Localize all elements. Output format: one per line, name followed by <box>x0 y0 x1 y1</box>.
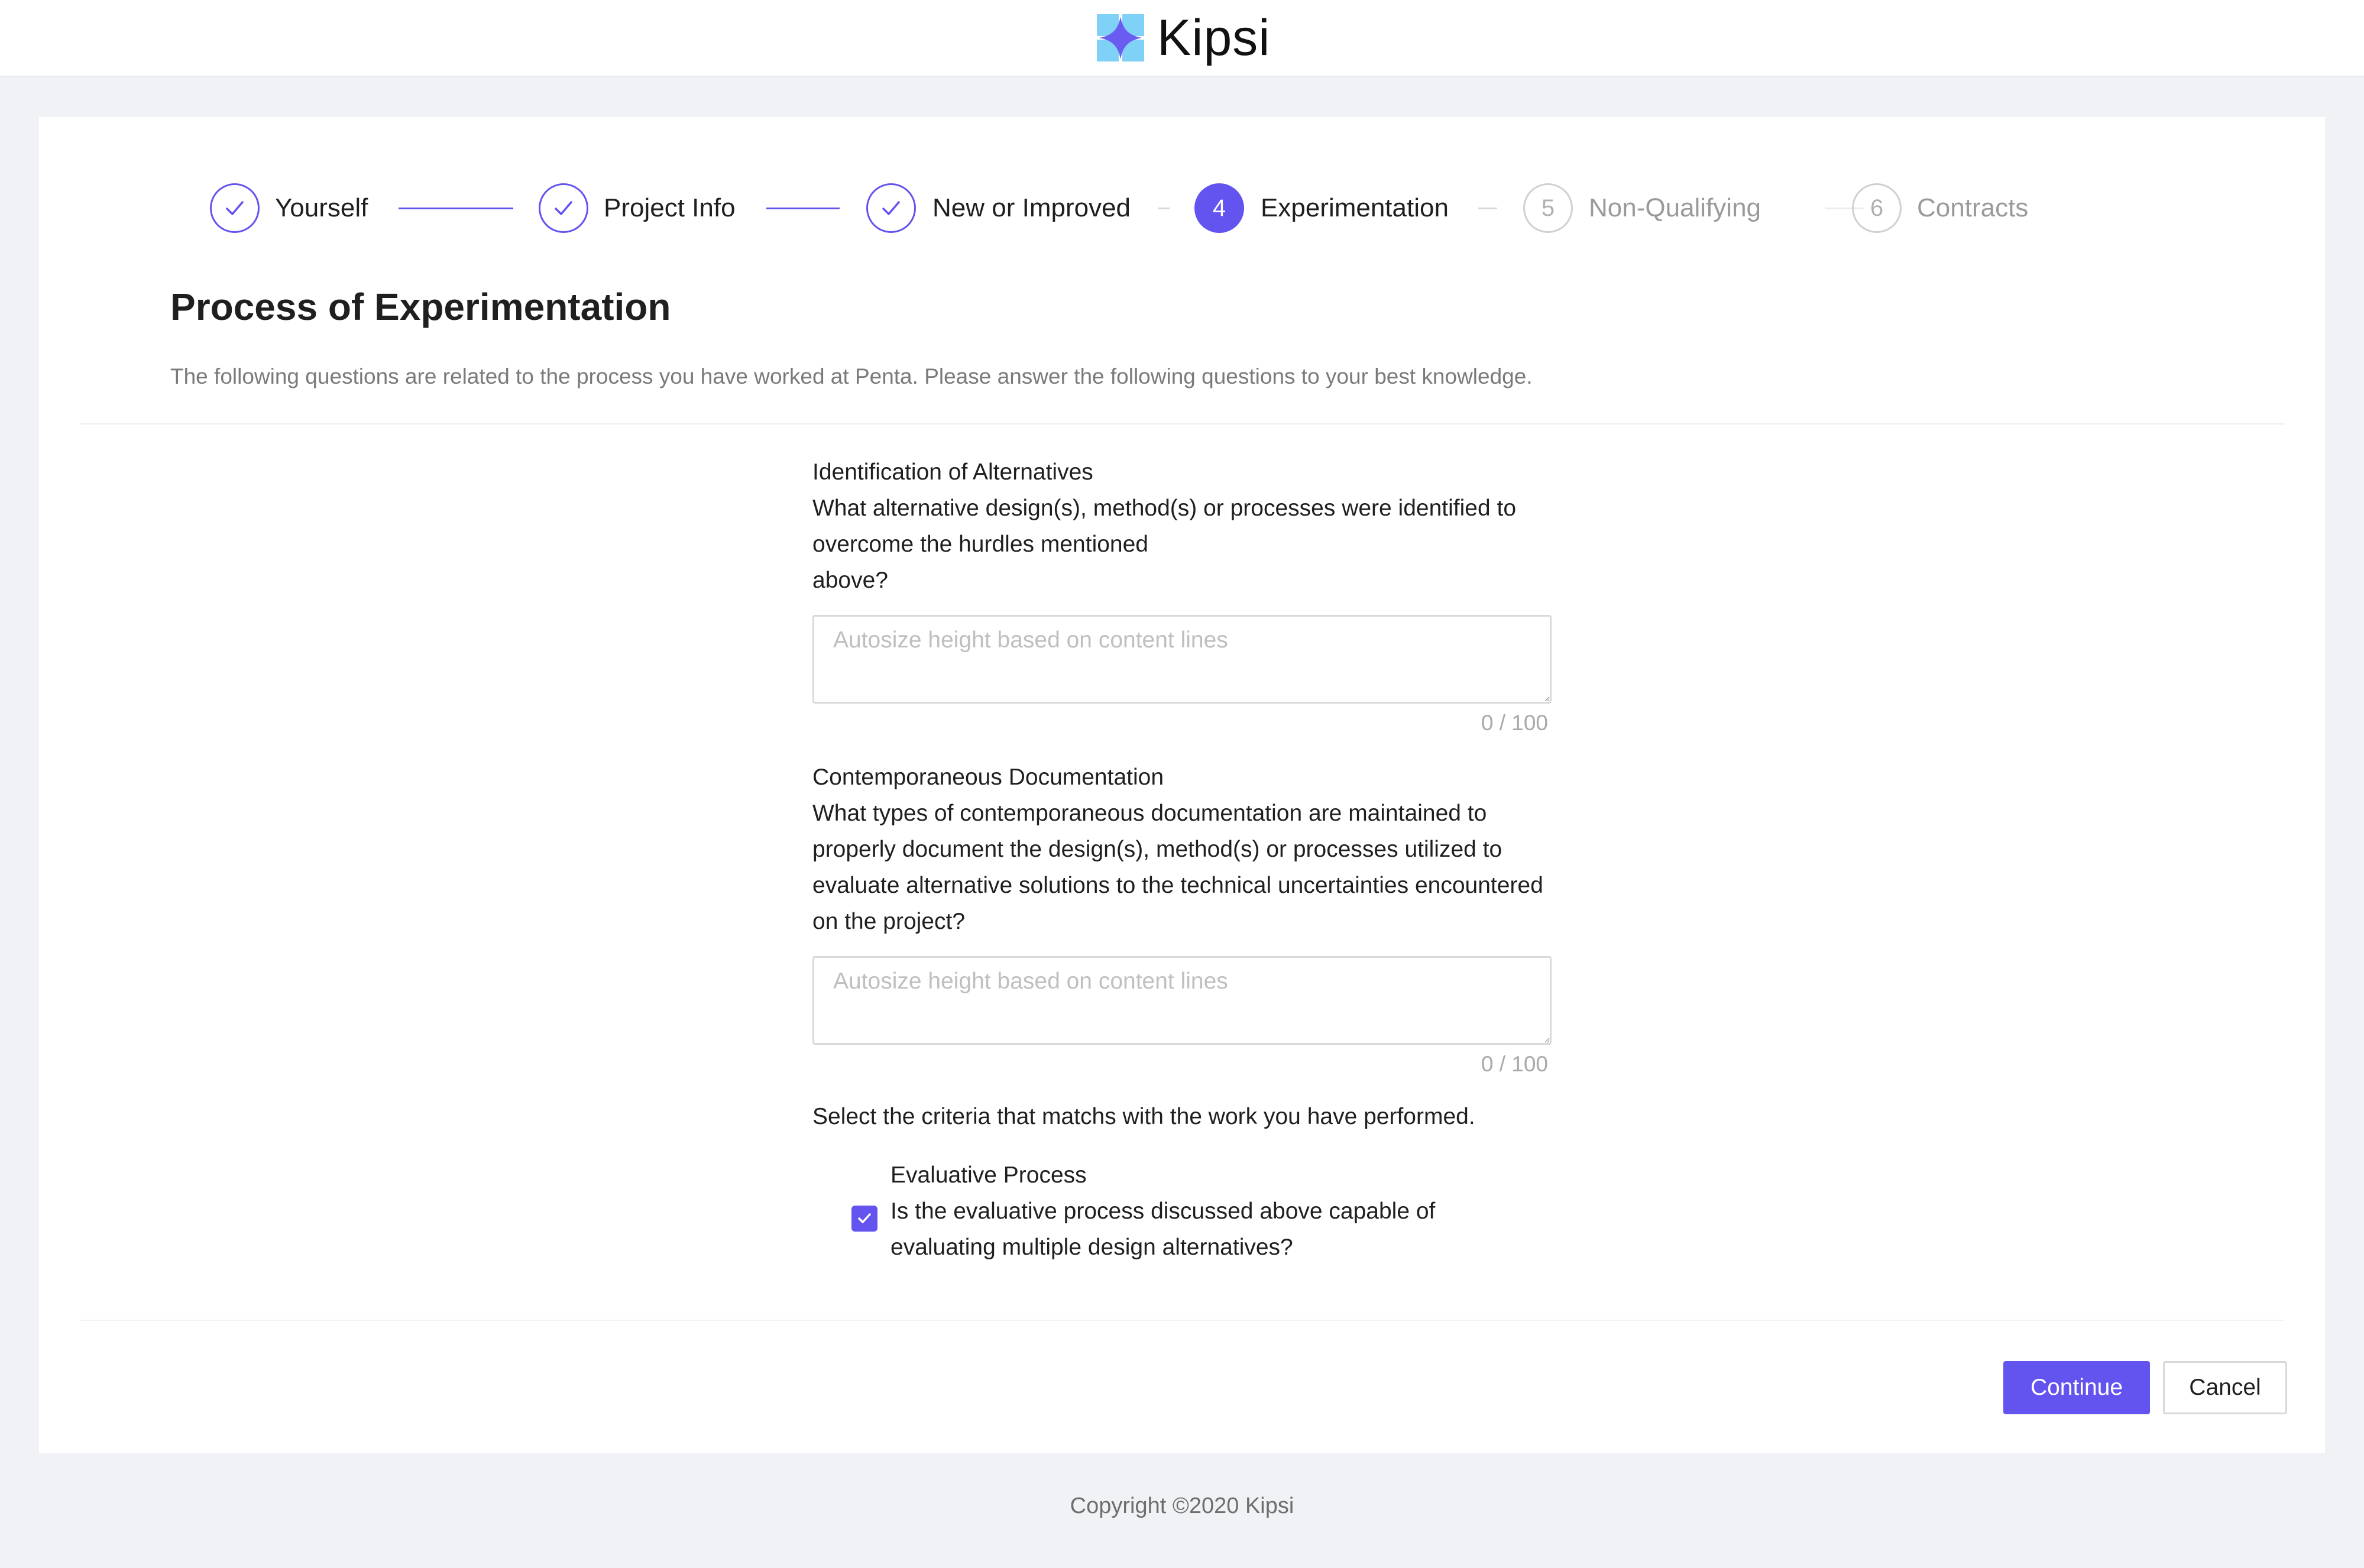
footer-copyright: Copyright ©2020 Kipsi <box>1070 1494 1294 1518</box>
divider <box>79 1320 2285 1321</box>
question-line: above? <box>812 568 888 593</box>
step-connector <box>399 208 513 209</box>
criteria-item-text: Evaluative Process Is the evaluative pro… <box>890 1157 1435 1265</box>
question-identification-of-alternatives: Identification of Alternatives What alte… <box>812 454 1557 736</box>
documentation-textarea[interactable] <box>812 956 1552 1045</box>
question-line: properly document the design(s), method(… <box>812 837 1502 862</box>
question-line: What alternative design(s), method(s) or… <box>812 495 1517 521</box>
step-1-label: Yourself <box>275 193 368 222</box>
cancel-button[interactable]: Cancel <box>2163 1361 2287 1414</box>
kipsi-logo-icon <box>1097 14 1144 61</box>
criteria-item-line: Is the evaluative process discussed abov… <box>890 1198 1436 1224</box>
step-1-check-icon <box>210 183 260 233</box>
question-text: Identification of Alternatives What alte… <box>812 454 1557 598</box>
question-heading: Contemporaneous Documentation <box>812 764 1164 790</box>
question-heading: Identification of Alternatives <box>812 459 1093 485</box>
step-6-number: 6 <box>1852 183 1902 233</box>
step-3-check-icon <box>866 183 916 233</box>
main-card: Yourself Project Info New or Improved 4 … <box>39 117 2325 1453</box>
step-4-number: 4 <box>1194 183 1244 233</box>
step-connector <box>1158 208 1170 209</box>
step-5-number: 5 <box>1523 183 1573 233</box>
stepper: Yourself Project Info New or Improved 4 … <box>39 117 2325 306</box>
criteria-item-heading: Evaluative Process <box>890 1162 1087 1188</box>
app-header: Kipsi <box>0 0 2364 77</box>
criteria-item-evaluative-process[interactable]: Evaluative Process Is the evaluative pro… <box>812 1157 1557 1269</box>
character-counter: 0 / 100 <box>1481 1052 1548 1076</box>
step-2-label: Project Info <box>604 193 736 222</box>
step-connector <box>766 208 840 209</box>
brand[interactable]: Kipsi <box>1097 9 1271 66</box>
question-line: on the project? <box>812 909 966 934</box>
brand-name: Kipsi <box>1157 9 1271 66</box>
question-line: What types of contemporaneous documentat… <box>812 801 1487 826</box>
question-line: overcome the hurdles mentioned <box>812 532 1148 557</box>
page-description: The following questions are related to t… <box>170 364 1533 388</box>
continue-button[interactable]: Continue <box>2003 1361 2150 1414</box>
divider <box>79 423 2285 425</box>
step-5-label: Non-Qualifying <box>1589 193 1761 222</box>
alternatives-textarea[interactable] <box>812 615 1552 704</box>
question-text: Contemporaneous Documentation What types… <box>812 759 1557 939</box>
step-3-label: New or Improved <box>932 193 1131 222</box>
step-4-label: Experimentation <box>1261 193 1449 222</box>
step-6-label: Contracts <box>1917 193 2029 222</box>
question-line: evaluate alternative solutions to the te… <box>812 873 1543 898</box>
criteria-item-line: evaluating multiple design alternatives? <box>890 1235 1293 1260</box>
checkbox-checked-icon[interactable] <box>851 1206 877 1232</box>
step-connector <box>1478 208 1497 209</box>
page-title: Process of Experimentation <box>170 286 671 328</box>
character-counter: 0 / 100 <box>1481 711 1548 735</box>
experimentation-form: Identification of Alternatives What alte… <box>812 454 1557 1269</box>
question-contemporaneous-documentation: Contemporaneous Documentation What types… <box>812 759 1557 1077</box>
criteria-prompt: Select the criteria that matchs with the… <box>812 1104 1475 1129</box>
step-2-check-icon <box>539 183 588 233</box>
